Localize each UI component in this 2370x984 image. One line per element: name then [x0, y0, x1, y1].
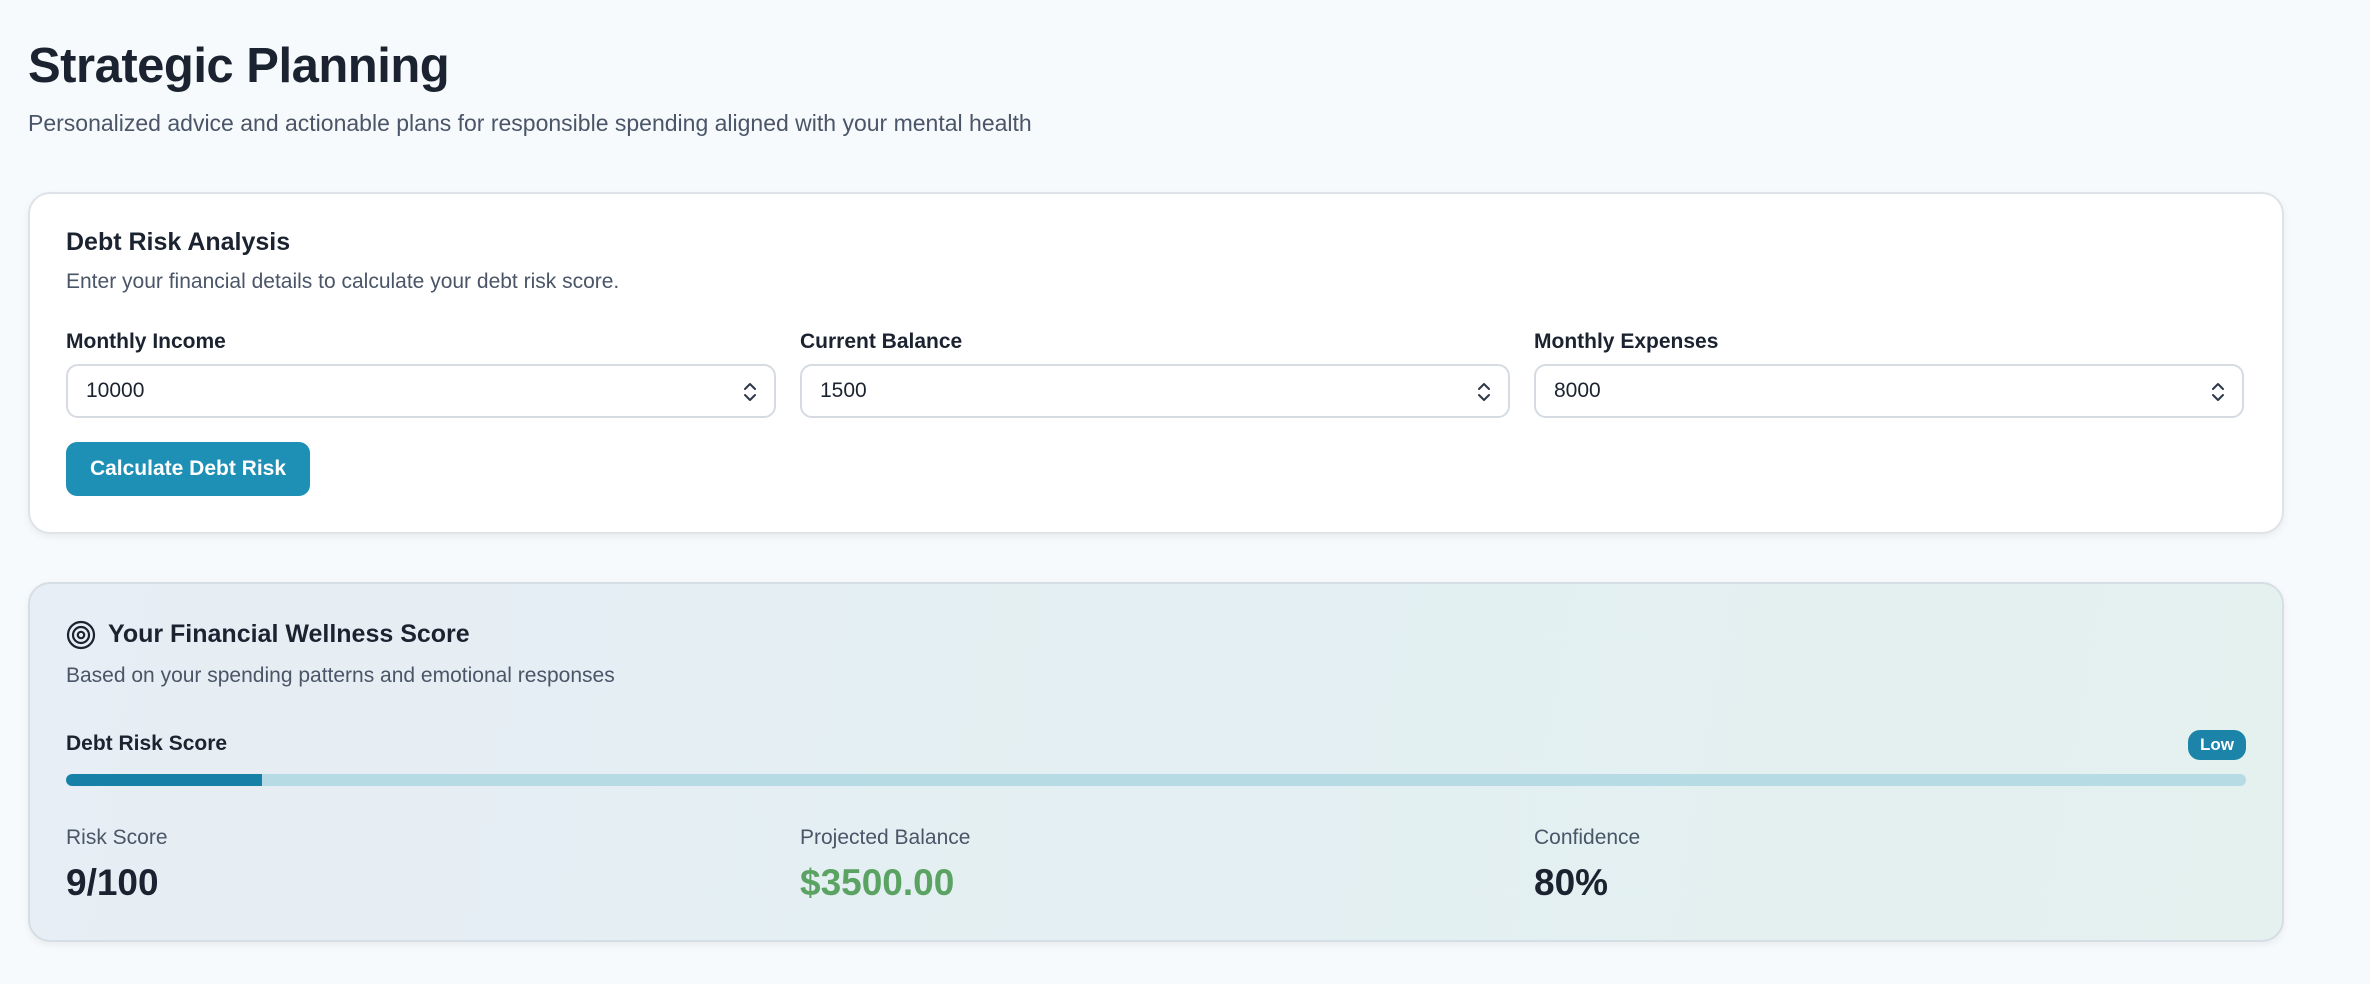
- debt-risk-progress-fill: [66, 774, 263, 786]
- debt-risk-score-label: Debt Risk Score: [66, 732, 228, 755]
- monthly-income-label: Monthly Income: [66, 330, 226, 353]
- projected-balance-value: $3500.00: [800, 862, 955, 903]
- risk-score-label: Risk Score: [66, 826, 168, 849]
- monthly-expenses-input-wrapper: [1534, 364, 2244, 418]
- page-title: Strategic Planning: [28, 39, 450, 93]
- current-balance-label: Current Balance: [800, 330, 963, 353]
- monthly-income-input[interactable]: [68, 366, 774, 416]
- spinner-arrows-icon[interactable]: [2210, 379, 2226, 405]
- projected-balance-label: Projected Balance: [800, 826, 971, 849]
- monthly-expenses-label: Monthly Expenses: [1534, 330, 1719, 353]
- projected-balance-stat: Projected Balance $3500.00: [800, 826, 970, 904]
- monthly-expenses-field: Monthly Expenses: [1534, 330, 2244, 418]
- calculate-debt-risk-button[interactable]: Calculate Debt Risk: [66, 442, 310, 496]
- spinner-arrows-icon[interactable]: [742, 379, 758, 405]
- wellness-title: Your Financial Wellness Score: [108, 620, 470, 648]
- current-balance-input[interactable]: [802, 366, 1508, 416]
- strategic-planning-page: Strategic Planning Personalized advice a…: [0, 0, 2370, 984]
- confidence-label: Confidence: [1534, 826, 1641, 849]
- debt-risk-analysis-title: Debt Risk Analysis: [66, 228, 291, 256]
- wellness-description: Based on your spending patterns and emot…: [66, 664, 615, 687]
- debt-risk-analysis-description: Enter your financial details to calculat…: [66, 270, 620, 293]
- debt-risk-progress-bar: [66, 774, 2246, 786]
- current-balance-input-wrapper: [800, 364, 1510, 418]
- target-icon: [66, 620, 96, 650]
- page-subtitle: Personalized advice and actionable plans…: [28, 110, 1032, 136]
- risk-score-stat: Risk Score 9/100: [66, 826, 168, 904]
- risk-level-badge: Low: [2188, 730, 2246, 760]
- confidence-value: 80%: [1534, 862, 1609, 903]
- debt-risk-analysis-card: Debt Risk Analysis Enter your financial …: [28, 192, 2284, 534]
- monthly-income-input-wrapper: [66, 364, 776, 418]
- risk-score-value: 9/100: [66, 862, 159, 903]
- current-balance-field: Current Balance: [800, 330, 1510, 418]
- confidence-stat: Confidence 80%: [1534, 826, 1640, 904]
- monthly-income-field: Monthly Income: [66, 330, 776, 418]
- financial-wellness-card: Your Financial Wellness Score Based on y…: [28, 582, 2284, 942]
- spinner-arrows-icon[interactable]: [1476, 379, 1492, 405]
- monthly-expenses-input[interactable]: [1536, 366, 2242, 416]
